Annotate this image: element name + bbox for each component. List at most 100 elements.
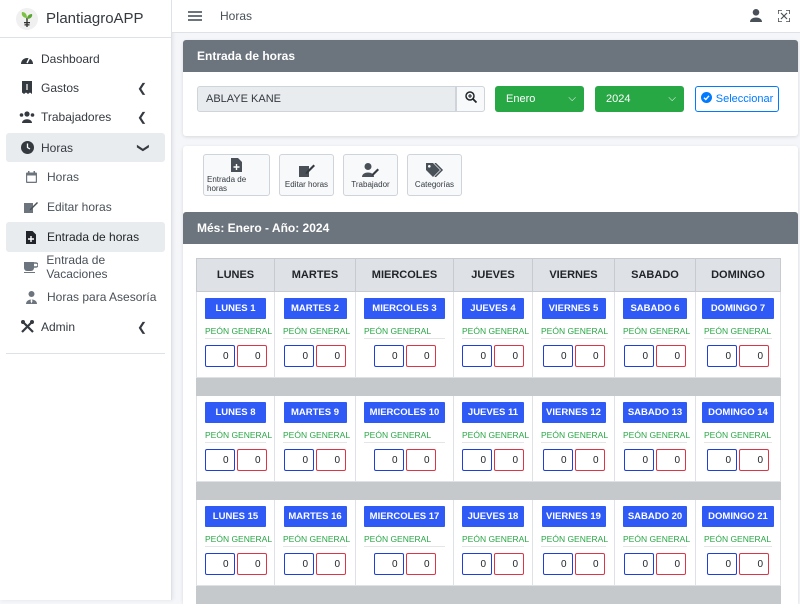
hours-extra-input[interactable]: 0 [656, 553, 686, 575]
day-label-button[interactable]: MARTES 2 [283, 298, 347, 319]
hours-extra-input[interactable]: 0 [656, 345, 686, 367]
sidebar-subitem-horas-asesoria[interactable]: Horas para Asesoría [6, 282, 165, 312]
hours-normal-input[interactable]: 0 [284, 449, 314, 471]
day-cell: LUNES 1 PEÓN GENERAL 0 0 [196, 291, 275, 378]
sidebar-subitem-editar-horas[interactable]: Editar horas [6, 192, 165, 222]
sidebar-item-gastos[interactable]: Gastos ❮ [6, 73, 165, 102]
hours-extra-input[interactable]: 0 [405, 553, 436, 575]
hours-extra-input[interactable]: 0 [236, 345, 267, 367]
hours-extra-input[interactable]: 0 [236, 553, 267, 575]
category-label: PEÓN GENERAL [541, 430, 609, 440]
day-label-button[interactable]: LUNES 1 [205, 298, 266, 319]
tachometer-icon [19, 52, 35, 66]
hours-extra-input[interactable]: 0 [494, 553, 524, 575]
hamburger-menu-icon[interactable] [188, 9, 202, 23]
hours-extra-input[interactable]: 0 [739, 449, 769, 471]
divider [364, 338, 445, 339]
hours-normal-input[interactable]: 0 [284, 553, 314, 575]
day-label-button[interactable]: MIERCOLES 10 [364, 402, 445, 423]
hours-input-pair: 00 [454, 345, 532, 367]
hours-normal-input[interactable]: 0 [542, 345, 573, 367]
sidebar-item-horas[interactable]: Horas ❮ [6, 133, 165, 162]
day-label-button[interactable]: MARTES 9 [283, 402, 347, 423]
hours-normal-input[interactable]: 0 [707, 449, 737, 471]
hours-normal-input[interactable]: 0 [204, 345, 235, 367]
day-label-button[interactable]: LUNES 8 [205, 402, 266, 423]
year-select[interactable]: 2024 ⌵ [595, 86, 684, 112]
hours-extra-input[interactable]: 0 [656, 449, 686, 471]
day-label-button[interactable]: MIERCOLES 3 [364, 298, 445, 319]
hours-extra-input[interactable]: 0 [494, 449, 524, 471]
hours-normal-input[interactable]: 0 [373, 449, 404, 471]
tool-categorias[interactable]: Categorías [407, 154, 462, 196]
day-label-button[interactable]: MIERCOLES 17 [364, 506, 445, 527]
hours-normal-input[interactable]: 0 [624, 449, 654, 471]
hours-normal-input[interactable]: 0 [542, 553, 573, 575]
hours-extra-input[interactable]: 0 [405, 449, 436, 471]
hours-extra-input[interactable]: 0 [316, 345, 346, 367]
hours-extra-input[interactable]: 0 [236, 449, 267, 471]
tool-entrada-de-horas[interactable]: Entrada de horas [203, 154, 270, 196]
hours-normal-input[interactable]: 0 [373, 553, 404, 575]
hours-normal-input[interactable]: 0 [542, 449, 573, 471]
hours-normal-input[interactable]: 0 [373, 345, 404, 367]
hours-normal-input[interactable]: 0 [624, 553, 654, 575]
hours-extra-input[interactable]: 0 [494, 345, 524, 367]
month-select[interactable]: Enero ⌵ [495, 86, 584, 112]
hours-input-pair: 00 [454, 553, 532, 575]
hours-normal-input[interactable]: 0 [707, 553, 737, 575]
day-label-button[interactable]: JUEVES 18 [462, 506, 524, 527]
sidebar-subitem-label: Horas [47, 170, 80, 184]
select-button[interactable]: Seleccionar [695, 86, 779, 112]
hours-normal-input[interactable]: 0 [204, 449, 235, 471]
category-label: PEÓN GENERAL [623, 534, 691, 544]
hours-input-pair: 00 [356, 449, 453, 471]
hours-normal-input[interactable]: 0 [707, 345, 737, 367]
hours-extra-input[interactable]: 0 [316, 553, 346, 575]
day-cell: MARTES 9 PEÓN GENERAL 0 0 [274, 395, 356, 482]
sidebar-item-trabajadores[interactable]: Trabajadores ❮ [6, 102, 165, 131]
divider [541, 546, 606, 547]
day-label-button[interactable]: VIERNES 5 [541, 298, 606, 319]
user-icon[interactable] [750, 9, 762, 27]
sidebar-subitem-entrada-de-horas[interactable]: Entrada de horas [6, 222, 165, 252]
hours-normal-input[interactable]: 0 [624, 345, 654, 367]
day-label-button[interactable]: DOMINGO 7 [702, 298, 774, 319]
hours-extra-input[interactable]: 0 [739, 553, 769, 575]
hours-normal-input[interactable]: 0 [462, 553, 492, 575]
sidebar-subitem-label: Editar horas [47, 200, 112, 214]
day-label-button[interactable]: DOMINGO 21 [702, 506, 774, 527]
day-label-button[interactable]: SABADO 20 [623, 506, 687, 527]
tool-editar-horas[interactable]: Editar horas [279, 154, 334, 196]
sidebar-subitem-entrada-de-vacaciones[interactable]: Entrada de Vacaciones [6, 252, 165, 282]
hours-extra-input[interactable]: 0 [574, 449, 605, 471]
hours-extra-input[interactable]: 0 [316, 449, 346, 471]
hours-extra-input[interactable]: 0 [574, 345, 605, 367]
tool-trabajador[interactable]: Trabajador [343, 154, 398, 196]
sidebar-item-admin[interactable]: Admin ❮ [6, 312, 165, 341]
day-label-button[interactable]: JUEVES 4 [462, 298, 524, 319]
search-employee-button[interactable] [456, 86, 485, 112]
day-label-button[interactable]: MARTES 16 [283, 506, 347, 527]
hours-extra-input[interactable]: 0 [574, 553, 605, 575]
day-cell: MIERCOLES 10 PEÓN GENERAL 0 0 [355, 395, 454, 482]
day-label-button[interactable]: SABADO 6 [623, 298, 687, 319]
hours-normal-input[interactable]: 0 [462, 449, 492, 471]
hours-normal-input[interactable]: 0 [204, 553, 235, 575]
sidebar-subitem-horas[interactable]: Horas [6, 162, 165, 192]
day-label-button[interactable]: DOMINGO 14 [702, 402, 774, 423]
brand[interactable]: PlantiagroAPP [0, 0, 171, 38]
sidebar-item-dashboard[interactable]: Dashboard [6, 44, 165, 73]
day-label-button[interactable]: JUEVES 11 [462, 402, 524, 423]
hours-normal-input[interactable]: 0 [284, 345, 314, 367]
hours-extra-input[interactable]: 0 [405, 345, 436, 367]
day-label-button[interactable]: SABADO 13 [623, 402, 687, 423]
hours-normal-input[interactable]: 0 [462, 345, 492, 367]
hours-extra-input[interactable]: 0 [739, 345, 769, 367]
day-label-button[interactable]: LUNES 15 [205, 506, 266, 527]
fullscreen-icon[interactable] [777, 9, 791, 27]
day-label-button[interactable]: VIERNES 12 [541, 402, 606, 423]
day-label-button[interactable]: VIERNES 19 [541, 506, 606, 527]
employee-field[interactable]: ABLAYE KANE [197, 86, 456, 112]
hours-input-pair: 00 [615, 553, 695, 575]
